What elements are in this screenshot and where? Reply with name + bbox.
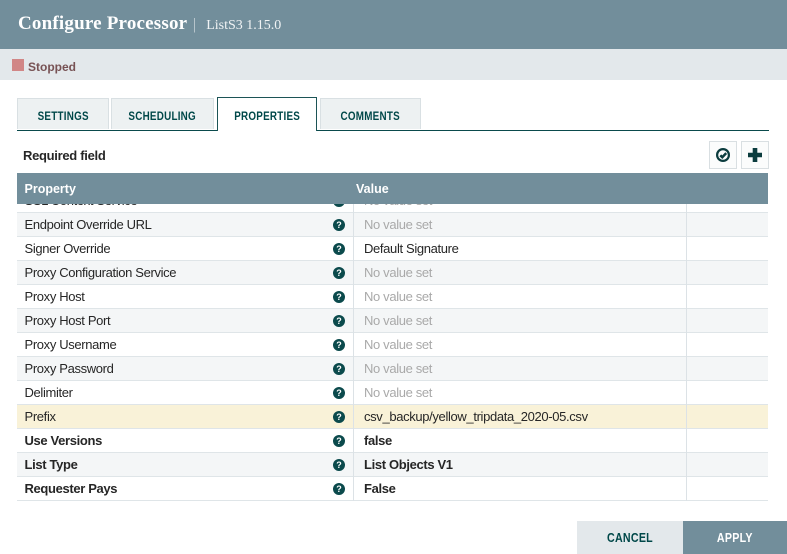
- svg-text:?: ?: [336, 244, 342, 254]
- svg-text:?: ?: [336, 484, 342, 494]
- svg-text:?: ?: [336, 436, 342, 446]
- svg-text:?: ?: [336, 364, 342, 374]
- svg-text:?: ?: [336, 292, 342, 302]
- svg-text:?: ?: [336, 316, 342, 326]
- svg-text:?: ?: [336, 220, 342, 230]
- svg-text:?: ?: [336, 340, 342, 350]
- svg-text:?: ?: [336, 460, 342, 470]
- svg-text:?: ?: [336, 268, 342, 278]
- svg-text:?: ?: [336, 204, 342, 206]
- svg-text:?: ?: [336, 388, 342, 398]
- svg-text:?: ?: [336, 412, 342, 422]
